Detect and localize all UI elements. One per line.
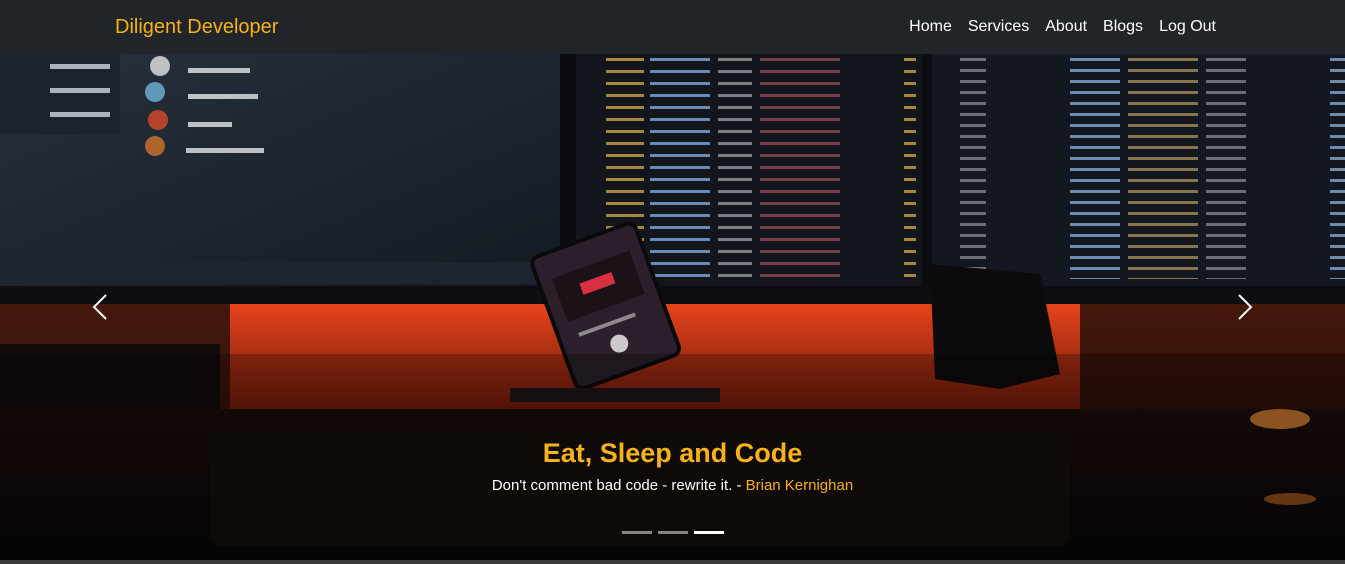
nav-link-logout[interactable]: Log Out [1159, 18, 1216, 36]
slide-quote: Don't comment bad code - rewrite it. - B… [0, 477, 1345, 494]
nav-link-services[interactable]: Services [968, 18, 1029, 36]
chevron-left-icon [92, 294, 107, 320]
nav-link-home[interactable]: Home [909, 18, 952, 36]
page-bottom-edge [0, 560, 1345, 564]
carousel-indicator-3[interactable] [693, 531, 724, 534]
slide-title: Eat, Sleep and Code [542, 438, 803, 468]
quote-text: Don't comment bad code - rewrite it. - [491, 477, 746, 494]
top-navbar: Diligent Developer Home Services About B… [0, 0, 1345, 54]
nav-links: Home Services About Blogs Log Out [909, 0, 1216, 54]
quote-author: Brian Kernighan [745, 477, 854, 494]
carousel-indicator-2[interactable] [657, 531, 688, 534]
hero-carousel: Eat, Sleep and Code Don't comment bad co… [0, 54, 1345, 560]
nav-link-blogs[interactable]: Blogs [1103, 18, 1143, 36]
carousel-indicator-1[interactable] [621, 531, 652, 534]
brand-link[interactable]: Diligent Developer [115, 0, 278, 54]
nav-link-about[interactable]: About [1045, 18, 1087, 36]
slide-caption: Eat, Sleep and Code Don't comment bad co… [0, 438, 1345, 494]
chevron-right-icon [1238, 294, 1253, 320]
carousel-indicators [0, 531, 1345, 534]
